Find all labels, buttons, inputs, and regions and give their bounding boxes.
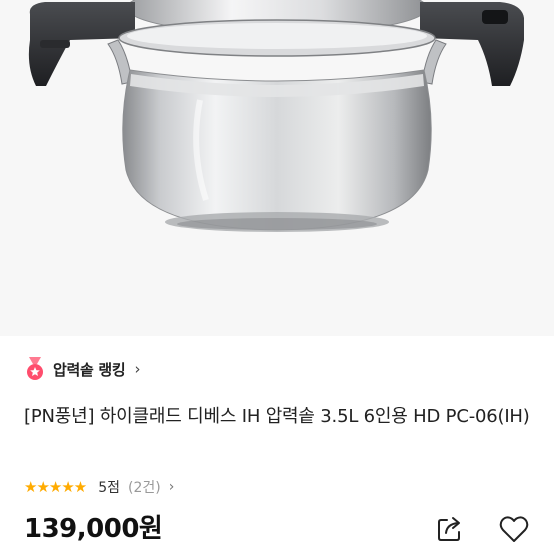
heart-icon (499, 516, 529, 542)
share-icon (438, 517, 460, 541)
ranking-label: 압력솥 랭킹 (53, 360, 126, 379)
rating-stars: ★★★★★ (24, 478, 87, 496)
review-count: (2건) (128, 480, 161, 496)
share-button[interactable] (432, 511, 468, 547)
product-image[interactable] (0, 0, 554, 336)
rating-link[interactable]: ★★★★★ 5점 (2건) › (24, 476, 174, 498)
medal-icon (27, 357, 43, 380)
like-button[interactable] (496, 511, 532, 547)
product-title: [PN풍년] 하이클래드 디베스 IH 압력솥 3.5L 6인용 HD PC-0… (24, 406, 530, 427)
ranking-link[interactable]: 압력솥 랭킹 › (24, 357, 140, 381)
pressure-cooker-image (28, 0, 524, 232)
rating-score: 5점 (98, 480, 121, 496)
product-price: 139,000원 (24, 514, 163, 544)
chevron-right-icon: › (134, 360, 141, 378)
chevron-right-icon: › (168, 479, 175, 495)
